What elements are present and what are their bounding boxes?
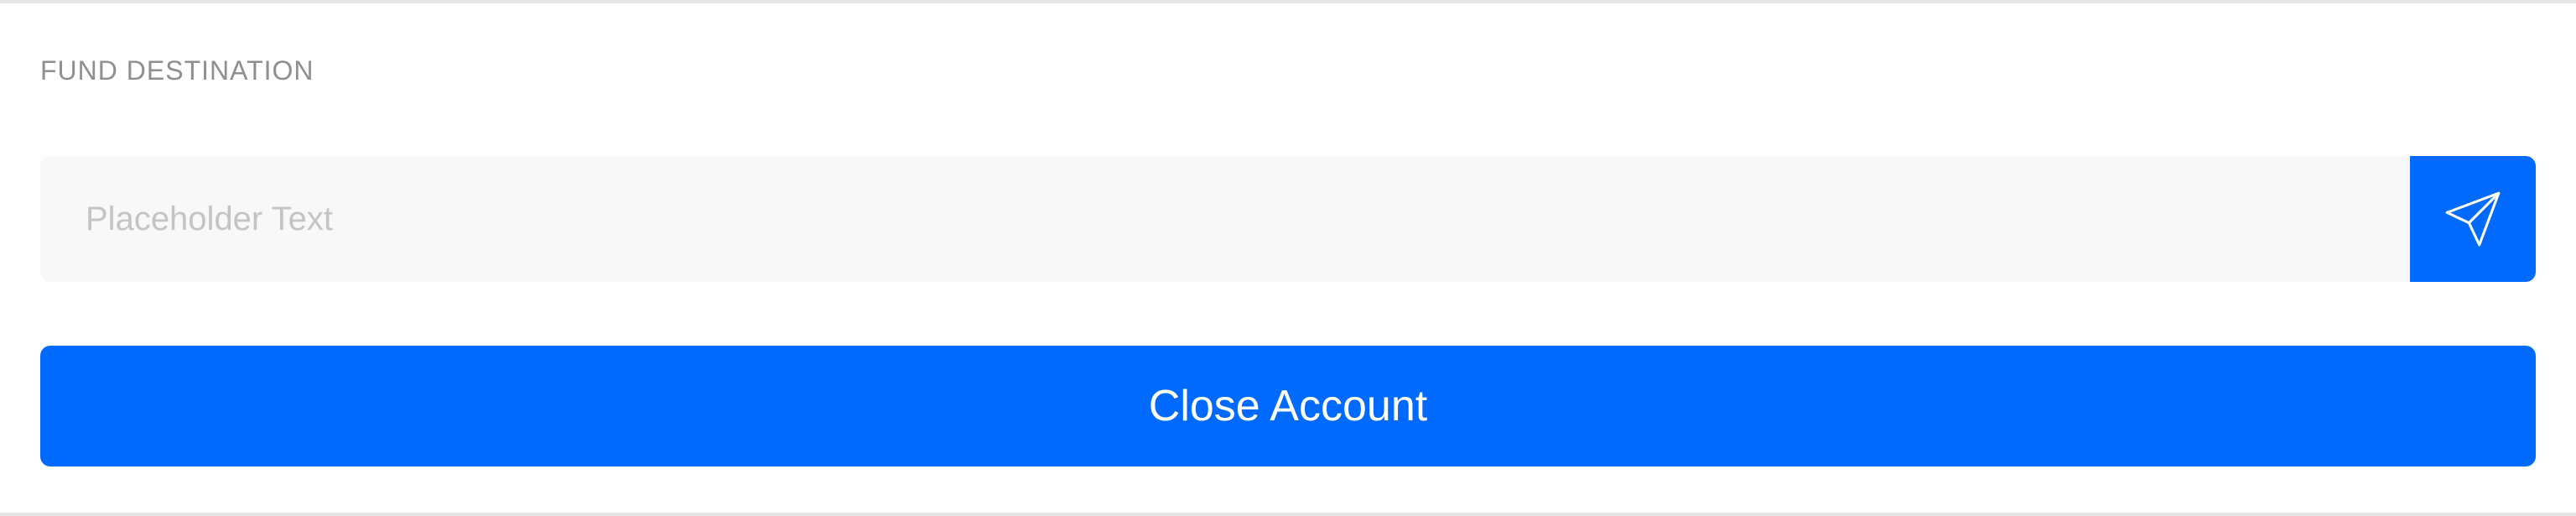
fund-destination-panel: FUND DESTINATION Close Account — [0, 0, 2576, 516]
fund-destination-row — [40, 156, 2536, 282]
paper-plane-icon — [2445, 191, 2501, 247]
section-label: FUND DESTINATION — [40, 55, 314, 86]
fund-destination-input[interactable] — [40, 156, 2410, 282]
send-button[interactable] — [2410, 156, 2536, 282]
close-account-button[interactable]: Close Account — [40, 346, 2536, 466]
